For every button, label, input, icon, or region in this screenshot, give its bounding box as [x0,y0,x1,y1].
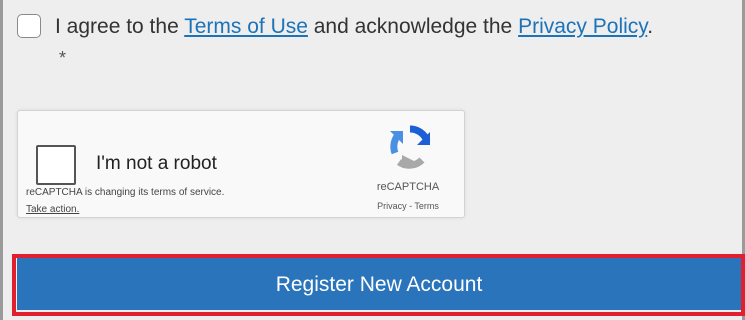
terms-middle: and acknowledge the [307,15,519,38]
form-panel: I agree to the Terms of Use and acknowle… [0,0,745,320]
recaptcha-widget: I'm not a robot reCAPTCHA is changing it… [17,110,465,218]
recaptcha-label: I'm not a robot [96,153,217,174]
terms-checkbox[interactable] [17,14,41,38]
register-new-account-button[interactable]: Register New Account [17,258,741,310]
required-marker: * [59,48,67,68]
recaptcha-brand-text: reCAPTCHA [376,181,440,193]
terms-suffix: . [647,15,654,38]
terms-prefix: I agree to the [55,15,185,38]
recaptcha-notice: reCAPTCHA is changing its terms of servi… [26,187,225,198]
recaptcha-logo-icon [390,125,431,169]
privacy-policy-link[interactable]: Privacy Policy [518,15,647,38]
terms-of-use-link[interactable]: Terms of Use [184,15,308,38]
recaptcha-take-action-link[interactable]: Take action. [26,204,79,215]
recaptcha-privacy-terms-links[interactable]: Privacy - Terms [358,201,458,211]
recaptcha-branding: reCAPTCHA Privacy - Terms [358,123,458,213]
recaptcha-checkbox[interactable] [36,145,76,185]
terms-text: I agree to the Terms of Use and acknowle… [55,14,653,40]
